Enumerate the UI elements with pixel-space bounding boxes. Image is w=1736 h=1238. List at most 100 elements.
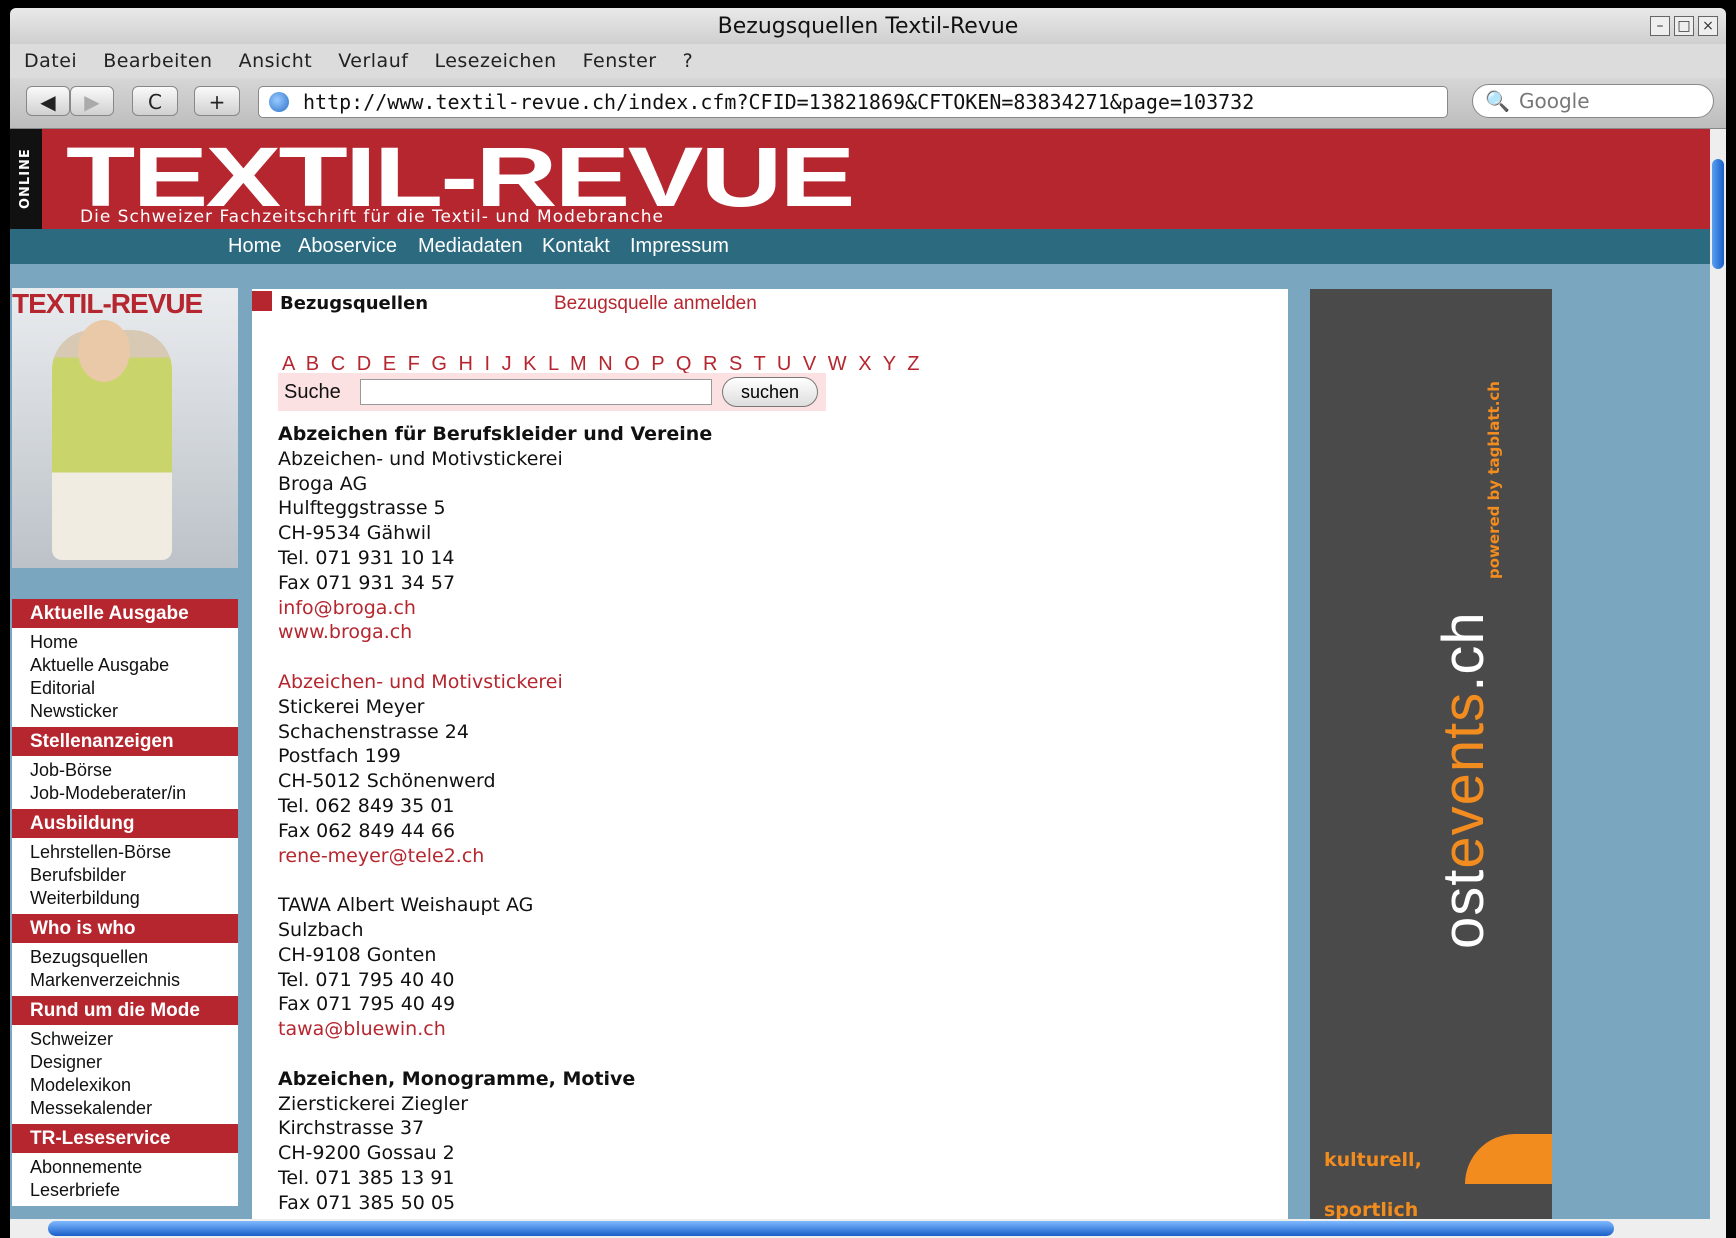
ad-swoosh-graphic bbox=[1465, 1134, 1552, 1184]
minimize-icon[interactable]: – bbox=[1650, 16, 1670, 36]
listing-line: Fax 071 795 40 49 bbox=[278, 993, 456, 1016]
web-search-input[interactable]: 🔍 Google bbox=[1472, 84, 1714, 118]
sidebar-section-who-is-who: Who is who bbox=[12, 914, 238, 943]
menu-lesezeichen[interactable]: Lesezeichen bbox=[420, 44, 568, 72]
window-title: Bezugsquellen Textil-Revue bbox=[717, 14, 1019, 39]
sidebar-section-ausbildung: Ausbildung bbox=[12, 809, 238, 838]
sidebar-item-designer[interactable]: Designer bbox=[12, 1051, 238, 1074]
close-icon[interactable]: × bbox=[1698, 16, 1718, 36]
new-tab-button[interactable]: + bbox=[194, 86, 240, 116]
supplier-search-input[interactable] bbox=[360, 379, 712, 405]
sidebar-item-messekalender[interactable]: Messekalender bbox=[12, 1097, 238, 1120]
nav-impressum[interactable]: Impressum bbox=[630, 235, 729, 258]
sidebar-item-editorial[interactable]: Editorial bbox=[12, 677, 238, 700]
window-controls: – □ × bbox=[1650, 16, 1718, 36]
listing-line: Fax 071 931 34 57 bbox=[278, 571, 456, 594]
listing-link[interactable]: info@broga.ch bbox=[278, 596, 712, 621]
sidebar-section-tr-leseservice: TR-Leseservice bbox=[12, 1124, 238, 1153]
reload-button[interactable]: C bbox=[132, 86, 178, 116]
advertisement-banner[interactable]: ostevents.ch powered by tagblatt.ch kult… bbox=[1310, 289, 1552, 1219]
sidebar-item-schweizer[interactable]: Schweizer bbox=[12, 1028, 238, 1051]
listing-line: Tel. 062 849 35 01 bbox=[278, 794, 455, 817]
menu-ansicht[interactable]: Ansicht bbox=[225, 44, 325, 72]
sidebar-item-modelexikon[interactable]: Modelexikon bbox=[12, 1074, 238, 1097]
sidebar-item-job-modeberater[interactable]: Job-Modeberater/in bbox=[12, 782, 238, 805]
sidebar-section-rund-um-die-mode: Rund um die Mode bbox=[12, 996, 238, 1025]
nav-mediadaten[interactable]: Mediadaten bbox=[418, 235, 523, 258]
supplier-listing: Abzeichen für Berufskleider und Vereine A… bbox=[278, 422, 712, 1216]
listing-line: Tel. 071 931 10 14 bbox=[278, 546, 455, 569]
listing-link[interactable]: www.broga.ch bbox=[278, 620, 712, 645]
sidebar-item-newsticker[interactable]: Newsticker bbox=[12, 700, 238, 723]
category-heading: Abzeichen für Berufskleider und Vereine bbox=[278, 423, 713, 445]
menu-bar: Datei Bearbeiten Ansicht Verlauf Lesezeichen… bbox=[10, 44, 1726, 78]
horizontal-scrollbar[interactable] bbox=[10, 1219, 1726, 1238]
search-icon: 🔍 bbox=[1485, 89, 1510, 113]
online-label: ONLINE bbox=[10, 129, 42, 229]
back-button[interactable]: ◀ bbox=[26, 86, 70, 116]
main-content: Bezugsquellen Bezugsquelle anmelden A B … bbox=[252, 289, 1288, 1219]
menu-verlauf[interactable]: Verlauf bbox=[324, 44, 420, 72]
listing-line: Broga AG bbox=[278, 472, 368, 495]
page-title-text: Bezugsquellen bbox=[280, 293, 429, 314]
category-heading: Abzeichen, Monogramme, Motive bbox=[278, 1067, 636, 1090]
menu-datei[interactable]: Datei bbox=[10, 44, 89, 72]
sidebar-item-berufsbilder[interactable]: Berufsbilder bbox=[12, 864, 238, 887]
nav-kontakt[interactable]: Kontakt bbox=[542, 235, 610, 258]
browser-toolbar: ◀ ▶ C + http://www.textil-revue.ch/index… bbox=[10, 78, 1726, 129]
ad-brand-pre: ost bbox=[1431, 868, 1496, 949]
listing-line: Schachenstrasse 24 bbox=[278, 720, 469, 743]
search-button[interactable]: suchen bbox=[722, 377, 818, 407]
listing-line: CH-9534 Gähwil bbox=[278, 522, 432, 545]
menu-bearbeiten[interactable]: Bearbeiten bbox=[89, 44, 224, 72]
sidebar-item-aktuelle-ausgabe[interactable]: Aktuelle Ausgabe bbox=[12, 654, 238, 677]
sidebar-item-home[interactable]: Home bbox=[12, 631, 238, 654]
listing-line: Sulzbach bbox=[278, 918, 364, 941]
sidebar-section-stellenanzeigen: Stellenanzeigen bbox=[12, 727, 238, 756]
listing-line: Hulfteggstrasse 5 bbox=[278, 497, 446, 520]
menu-help[interactable]: ? bbox=[669, 44, 706, 72]
listing-line: Fax 071 385 50 05 bbox=[278, 1191, 456, 1214]
sidebar-item-weiterbildung[interactable]: Weiterbildung bbox=[12, 887, 238, 910]
listing-line: Zierstickerei Ziegler bbox=[278, 1092, 469, 1115]
ad-brand: ostevents.ch bbox=[1430, 611, 1497, 949]
sidebar-item-abonnemente[interactable]: Abonnemente bbox=[12, 1156, 238, 1179]
listing-spacer bbox=[278, 868, 712, 893]
listing-line: Tel. 071 385 13 91 bbox=[278, 1166, 455, 1189]
listing-line: Stickerei Meyer bbox=[278, 695, 425, 718]
ad-line-2: sportlich bbox=[1324, 1199, 1419, 1219]
url-bar[interactable]: http://www.textil-revue.ch/index.cfm?CFI… bbox=[258, 86, 1448, 118]
listing-line: TAWA Albert Weishaupt AG bbox=[278, 894, 534, 917]
sidebar-menu: Aktuelle Ausgabe Home Aktuelle Ausgabe E… bbox=[12, 599, 238, 1206]
sidebar-item-lehrstellen-boerse[interactable]: Lehrstellen-Börse bbox=[12, 841, 238, 864]
sidebar-item-leserbriefe[interactable]: Leserbriefe bbox=[12, 1179, 238, 1202]
menu-fenster[interactable]: Fenster bbox=[569, 44, 669, 72]
listing-spacer bbox=[278, 1042, 712, 1067]
ad-powered-by: powered by tagblatt.ch bbox=[1485, 381, 1503, 579]
horizontal-scroll-thumb[interactable] bbox=[48, 1221, 1614, 1236]
nav-aboservice[interactable]: Aboservice bbox=[298, 235, 397, 258]
ad-brand-mid: events bbox=[1431, 691, 1496, 869]
listing-line: Abzeichen- und Motivstickerei bbox=[278, 447, 563, 470]
register-supplier-link[interactable]: Bezugsquelle anmelden bbox=[554, 293, 757, 315]
cover-model-head bbox=[78, 320, 130, 382]
vertical-scrollbar[interactable] bbox=[1710, 129, 1726, 1219]
listing-link[interactable]: Abzeichen- und Motivstickerei bbox=[278, 670, 712, 695]
sidebar-item-markenverzeichnis[interactable]: Markenverzeichnis bbox=[12, 969, 238, 992]
globe-icon bbox=[269, 92, 289, 112]
cover-title: TEXTIL-REVUE bbox=[12, 288, 203, 319]
sidebar-item-job-boerse[interactable]: Job-Börse bbox=[12, 759, 238, 782]
title-marker-icon bbox=[252, 291, 272, 311]
listing-link[interactable]: tawa@bluewin.ch bbox=[278, 1017, 712, 1042]
nav-home[interactable]: Home bbox=[228, 235, 281, 258]
listing-link[interactable]: rene-meyer@tele2.ch bbox=[278, 844, 712, 869]
vertical-scroll-thumb[interactable] bbox=[1712, 159, 1724, 269]
ad-line-1: kulturell, bbox=[1324, 1149, 1422, 1171]
forward-button[interactable]: ▶ bbox=[70, 86, 114, 116]
sidebar-section-aktuelle-ausgabe: Aktuelle Ausgabe bbox=[12, 599, 238, 628]
listing-line: CH-9108 Gonten bbox=[278, 943, 437, 966]
magazine-cover[interactable]: TEXTIL-REVUE bbox=[12, 288, 238, 568]
web-search-placeholder: Google bbox=[1519, 89, 1590, 113]
sidebar-item-bezugsquellen[interactable]: Bezugsquellen bbox=[12, 946, 238, 969]
maximize-icon[interactable]: □ bbox=[1674, 16, 1694, 36]
